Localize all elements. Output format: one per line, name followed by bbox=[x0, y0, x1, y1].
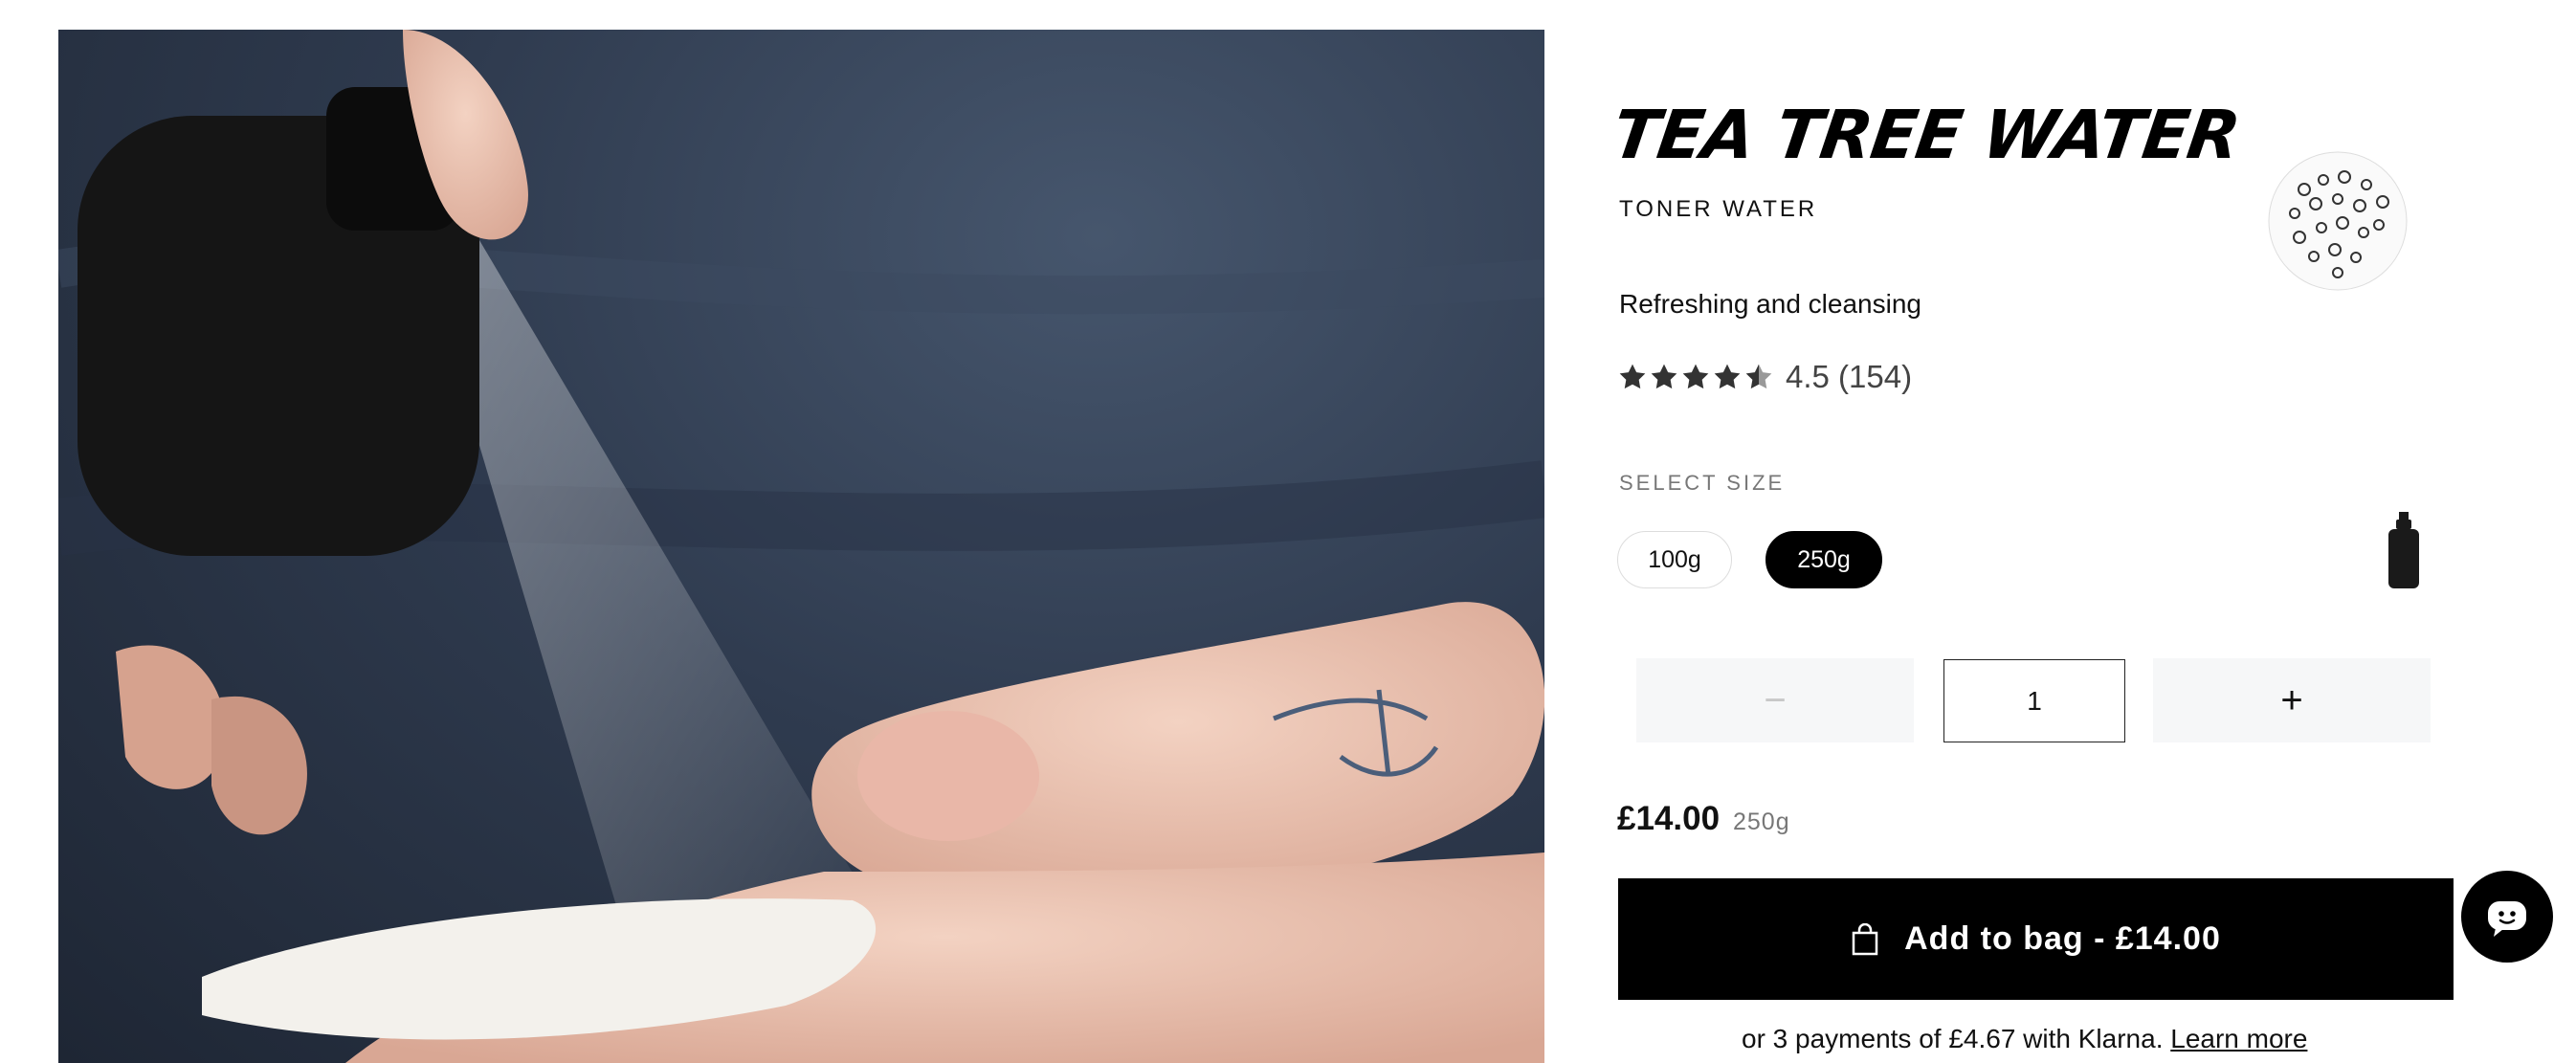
product-image bbox=[58, 30, 1544, 1063]
shopping-bag-icon bbox=[1852, 922, 1878, 955]
rating-text: 4.5 (154) bbox=[1786, 359, 1913, 394]
bottle-icon bbox=[2388, 512, 2419, 588]
price: £14.00 bbox=[1617, 800, 1721, 837]
star-icon bbox=[1651, 364, 1677, 389]
size-option-100g[interactable]: 100g bbox=[1617, 531, 1732, 588]
quantity-input[interactable] bbox=[1943, 659, 2125, 742]
quantity-increase-button[interactable]: + bbox=[2153, 658, 2431, 742]
add-to-bag-button[interactable]: Add to bag - £14.00 bbox=[1618, 878, 2454, 1000]
klarna-text: or 3 payments of £4.67 with Klarna. bbox=[1742, 1024, 2164, 1053]
chat-bot-icon bbox=[2488, 901, 2526, 937]
price-size: 250g bbox=[1733, 808, 1790, 835]
klarna-learn-more-link[interactable]: Learn more bbox=[2170, 1024, 2307, 1053]
product-tagline: Refreshing and cleansing bbox=[1619, 289, 1921, 319]
size-option-250g[interactable]: 250g bbox=[1765, 531, 1882, 588]
chat-button[interactable] bbox=[2461, 871, 2553, 963]
star-icon bbox=[1682, 364, 1709, 389]
star-icon bbox=[1619, 364, 1646, 389]
product-title: TEA TREE WATER bbox=[1608, 96, 2245, 174]
half-star-icon bbox=[1745, 364, 1772, 389]
size-label: SELECT SIZE bbox=[1619, 471, 1786, 495]
product-emblem-icon bbox=[2268, 151, 2408, 291]
quantity-decrease-button[interactable]: − bbox=[1636, 658, 1914, 742]
star-rating bbox=[1617, 362, 1774, 392]
star-icon bbox=[1714, 364, 1741, 389]
klarna-info: or 3 payments of £4.67 with Klarna. Lear… bbox=[1742, 1024, 2307, 1054]
rating[interactable]: 4.5 (154) bbox=[1617, 359, 1912, 395]
product-category: TONER WATER bbox=[1619, 196, 1818, 222]
add-to-bag-label: Add to bag - £14.00 bbox=[1904, 920, 2221, 957]
